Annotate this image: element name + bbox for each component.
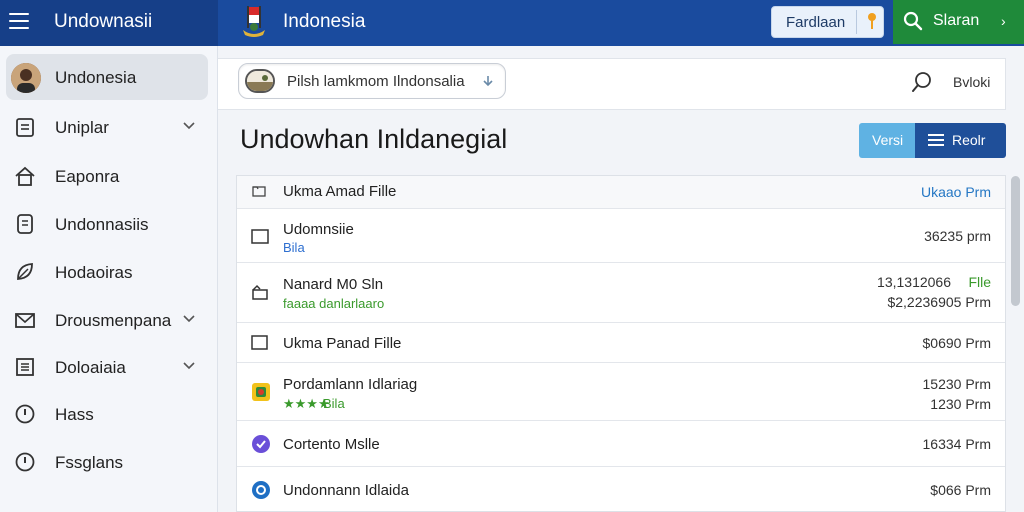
app-tile-icon [252, 383, 270, 401]
button-divider [856, 10, 857, 34]
search-button[interactable]: Slaran › [893, 0, 1024, 44]
list-item-value: $066 Prm [930, 482, 991, 498]
folder-icon [252, 186, 266, 197]
top-bar-brand-area: Undownasii [0, 0, 218, 46]
search-thumbnail [245, 69, 275, 93]
list-item[interactable]: Ukma Panad Fille $0690 Prm [237, 323, 1005, 363]
folder-open-icon[interactable] [251, 283, 269, 301]
sort-button[interactable]: Bvloki [953, 74, 990, 90]
sidebar-item-drousmenpana[interactable]: Drousmenpana [6, 297, 208, 343]
sidebar-item-fssglans[interactable]: Fssglans [6, 439, 208, 485]
list-item[interactable]: Pordamlann Idlariag ★★★★ Bila 15230 Prm … [237, 363, 1005, 421]
avatar [11, 63, 41, 93]
home-icon [15, 166, 35, 186]
search-input-value: Pilsh lamkmom Ilndonsalia [287, 73, 465, 90]
list-item-value-secondary: 1230 Prm [930, 396, 991, 412]
info-icon [15, 452, 35, 472]
sidebar-item-label: Doloaiaia [55, 358, 126, 377]
list-item[interactable]: Cortento Mslle 16334 Prm [237, 421, 1005, 467]
arrow-down-icon[interactable] [481, 74, 495, 88]
mail-icon [15, 313, 35, 328]
list-icon [928, 134, 944, 146]
app-title: Undownasii [54, 11, 153, 32]
chevron-down-icon[interactable] [182, 359, 196, 373]
list-item-sub: Bila [283, 240, 305, 255]
sidebar-item-doloaiaia[interactable]: Doloaiaia [6, 344, 208, 390]
list-item-value-secondary: $2,2236905 Prm [887, 294, 991, 310]
clipboard-icon [16, 118, 34, 137]
search-input[interactable]: Pilsh lamkmom Ilndonsalia [238, 63, 506, 99]
list-item[interactable]: Udomnsiie Bila 36235 prm [237, 209, 1005, 263]
chevron-down-icon[interactable] [182, 312, 196, 326]
pin-icon[interactable] [864, 11, 880, 33]
sidebar-item-undonesia[interactable]: Undonesia [6, 54, 208, 100]
leaf-icon [17, 263, 33, 280]
sidebar-item-label: Drousmenpana [55, 311, 172, 330]
sidebar-item-hodaoiras[interactable]: Hodaoiras [6, 249, 208, 295]
sidebar-item-label: Undonesia [55, 68, 137, 87]
list-item-value: 36235 prm [924, 228, 991, 244]
page-title: Undowhan Inldanegial [240, 124, 508, 154]
sidebar: Undonesia Uniplar Eaponra Undonnasiis Ho… [0, 46, 218, 512]
reolr-button-label: Reolr [952, 132, 986, 148]
globe-icon [252, 481, 270, 499]
reolr-button[interactable]: Reolr [915, 123, 1006, 158]
sidebar-item-eaponra[interactable]: Eaponra [6, 153, 208, 199]
document-icon [17, 214, 33, 234]
list-scrollbar[interactable] [1011, 176, 1020, 306]
fardlaan-button[interactable]: Fardlaan [771, 6, 884, 38]
list-item-title: Ukma Panad Fille [283, 335, 402, 352]
top-bar: Undownasii Indonesia Fardlaan Slaran › [0, 0, 1024, 46]
flag-logo-icon [243, 6, 265, 37]
chevron-right-icon: › [1001, 13, 1006, 29]
list-item-title: Pordamlann Idlariag [283, 376, 418, 393]
sidebar-item-label: Uniplar [55, 118, 109, 137]
list-item-sub: faaaa danlarlaaro [283, 296, 385, 311]
list-header-row[interactable]: Ukma Amad Fille Ukaao Prm [237, 176, 1005, 209]
sidebar-item-undonnasiis[interactable]: Undonnasiis [6, 201, 208, 247]
menu-icon[interactable] [9, 13, 29, 29]
list-item[interactable]: Nanard M0 Sln faaaa danlarlaaro 13,13120… [237, 263, 1005, 323]
checkbox-icon[interactable] [251, 229, 269, 245]
sidebar-item-label: Undonnasiis [55, 215, 149, 234]
sidebar-item-label: Fssglans [55, 453, 124, 472]
list-icon [16, 358, 34, 376]
list-item-value: 15230 Prm [922, 376, 991, 392]
list-header-title: Ukma Amad Fille [283, 183, 397, 200]
list-item-value: 13,1312066 [877, 274, 951, 290]
search-button-label: Slaran [933, 12, 980, 29]
list-header-right[interactable]: Ukaao Prm [921, 184, 991, 200]
sidebar-item-label: Eaponra [55, 167, 120, 186]
avatar-image-icon [11, 63, 41, 93]
search-toolbar: Pilsh lamkmom Ilndonsalia Bvloki [218, 58, 1006, 110]
checkbox-icon[interactable] [251, 335, 269, 351]
list-item[interactable]: Undonnann Idlaida $066 Prm [237, 467, 1005, 511]
chevron-down-icon[interactable] [182, 119, 196, 133]
fardlaan-button-label: Fardlaan [786, 14, 846, 31]
main-content: Pilsh lamkmom Ilndonsalia Bvloki Undowha… [218, 46, 1024, 512]
list-item-sub: Bila [323, 396, 345, 411]
versi-button-label: Versi [872, 132, 904, 148]
versi-button[interactable]: Versi [859, 123, 915, 158]
sidebar-item-label: Hodaoiras [55, 263, 133, 282]
sidebar-item-label: Hass [55, 405, 94, 424]
search-icon[interactable] [910, 70, 934, 94]
list-item-title: Cortento Mslle [283, 436, 380, 453]
list-item-title: Udomnsiie [283, 221, 354, 238]
list-item-value: $0690 Prm [922, 335, 991, 351]
file-list: Ukma Amad Fille Ukaao Prm Udomnsiie Bila… [236, 175, 1006, 512]
list-item-type: Flle [968, 274, 991, 290]
search-icon [903, 11, 923, 31]
info-icon [15, 404, 35, 424]
list-item-title: Nanard M0 Sln [283, 276, 384, 293]
list-item-title: Undonnann Idlaida [283, 482, 409, 499]
landscape-icon [247, 71, 273, 91]
sidebar-item-hass[interactable]: Hass [6, 391, 208, 437]
page-header-title: Indonesia [283, 11, 366, 32]
sidebar-item-uniplar[interactable]: Uniplar [6, 104, 208, 150]
list-item-value: 16334 Prm [922, 436, 991, 452]
check-circle-icon [252, 435, 270, 453]
